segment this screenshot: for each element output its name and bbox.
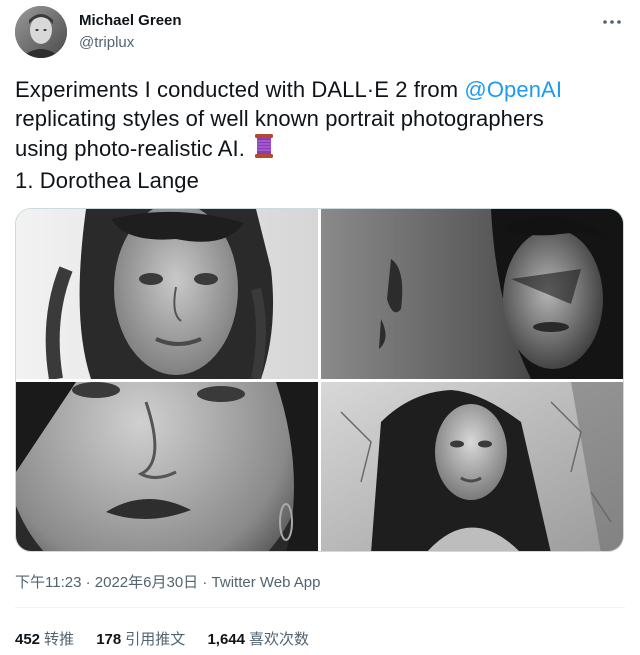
portrait-image-1 xyxy=(16,209,318,379)
mention-link[interactable]: @OpenAI xyxy=(464,77,562,102)
portrait-image-4 xyxy=(321,382,623,551)
tweet-line-1-text: Experiments I conducted with DALL·E 2 fr… xyxy=(15,77,465,102)
quotes-label: 引用推文 xyxy=(125,631,186,648)
tweet-stats: 452 转推 178 引用推文 1,644 喜欢次数 xyxy=(15,628,327,649)
avatar-photo xyxy=(15,6,67,58)
tweet-line-2: replicating styles of well known portrai… xyxy=(15,105,544,131)
likes-count: 1,644 xyxy=(207,631,245,648)
portrait-image-3 xyxy=(16,382,318,551)
avatar[interactable] xyxy=(15,6,67,58)
photo-3[interactable] xyxy=(16,382,318,551)
tweet-line-1: Experiments I conducted with DALL·E 2 fr… xyxy=(15,76,627,105)
quotes-stat[interactable]: 178 引用推文 xyxy=(96,628,185,649)
retweets-stat[interactable]: 452 转推 xyxy=(15,628,74,649)
portrait-image-2 xyxy=(321,209,623,379)
meta-separator: · xyxy=(81,574,95,591)
meta-separator: · xyxy=(198,574,212,591)
photo-2[interactable] xyxy=(321,209,623,379)
tweet-time[interactable]: 下午11:23 xyxy=(15,574,81,591)
thread-spool-icon xyxy=(253,133,275,167)
more-dots-icon xyxy=(603,20,621,24)
display-name[interactable]: Michael Green xyxy=(79,12,182,29)
quotes-count: 178 xyxy=(96,631,122,648)
more-options-button[interactable] xyxy=(599,12,625,32)
retweets-count: 452 xyxy=(15,631,41,648)
photo-1[interactable] xyxy=(16,209,318,379)
divider xyxy=(15,607,625,608)
user-handle[interactable]: @triplux xyxy=(79,34,134,51)
likes-stat[interactable]: 1,644 喜欢次数 xyxy=(207,628,309,649)
tweet-text: Experiments I conducted with DALL·E 2 fr… xyxy=(15,76,627,195)
tweet-date[interactable]: 2022年6月30日 xyxy=(95,574,198,591)
media-grid xyxy=(15,208,624,552)
tweet-header: Michael Green @triplux xyxy=(15,6,625,58)
tweet-line-3: using photo-realistic AI. xyxy=(15,133,627,167)
photo-4[interactable] xyxy=(321,382,623,551)
tweet-line-4: 1. Dorothea Lange xyxy=(15,167,199,193)
tweet-line-3-text: using photo-realistic AI. xyxy=(15,136,245,161)
likes-label: 喜欢次数 xyxy=(248,631,309,648)
tweet-source[interactable]: Twitter Web App xyxy=(212,574,321,591)
retweets-label: 转推 xyxy=(44,631,75,648)
tweet-meta: 下午11:23 · 2022年6月30日 · Twitter Web App xyxy=(15,571,320,592)
